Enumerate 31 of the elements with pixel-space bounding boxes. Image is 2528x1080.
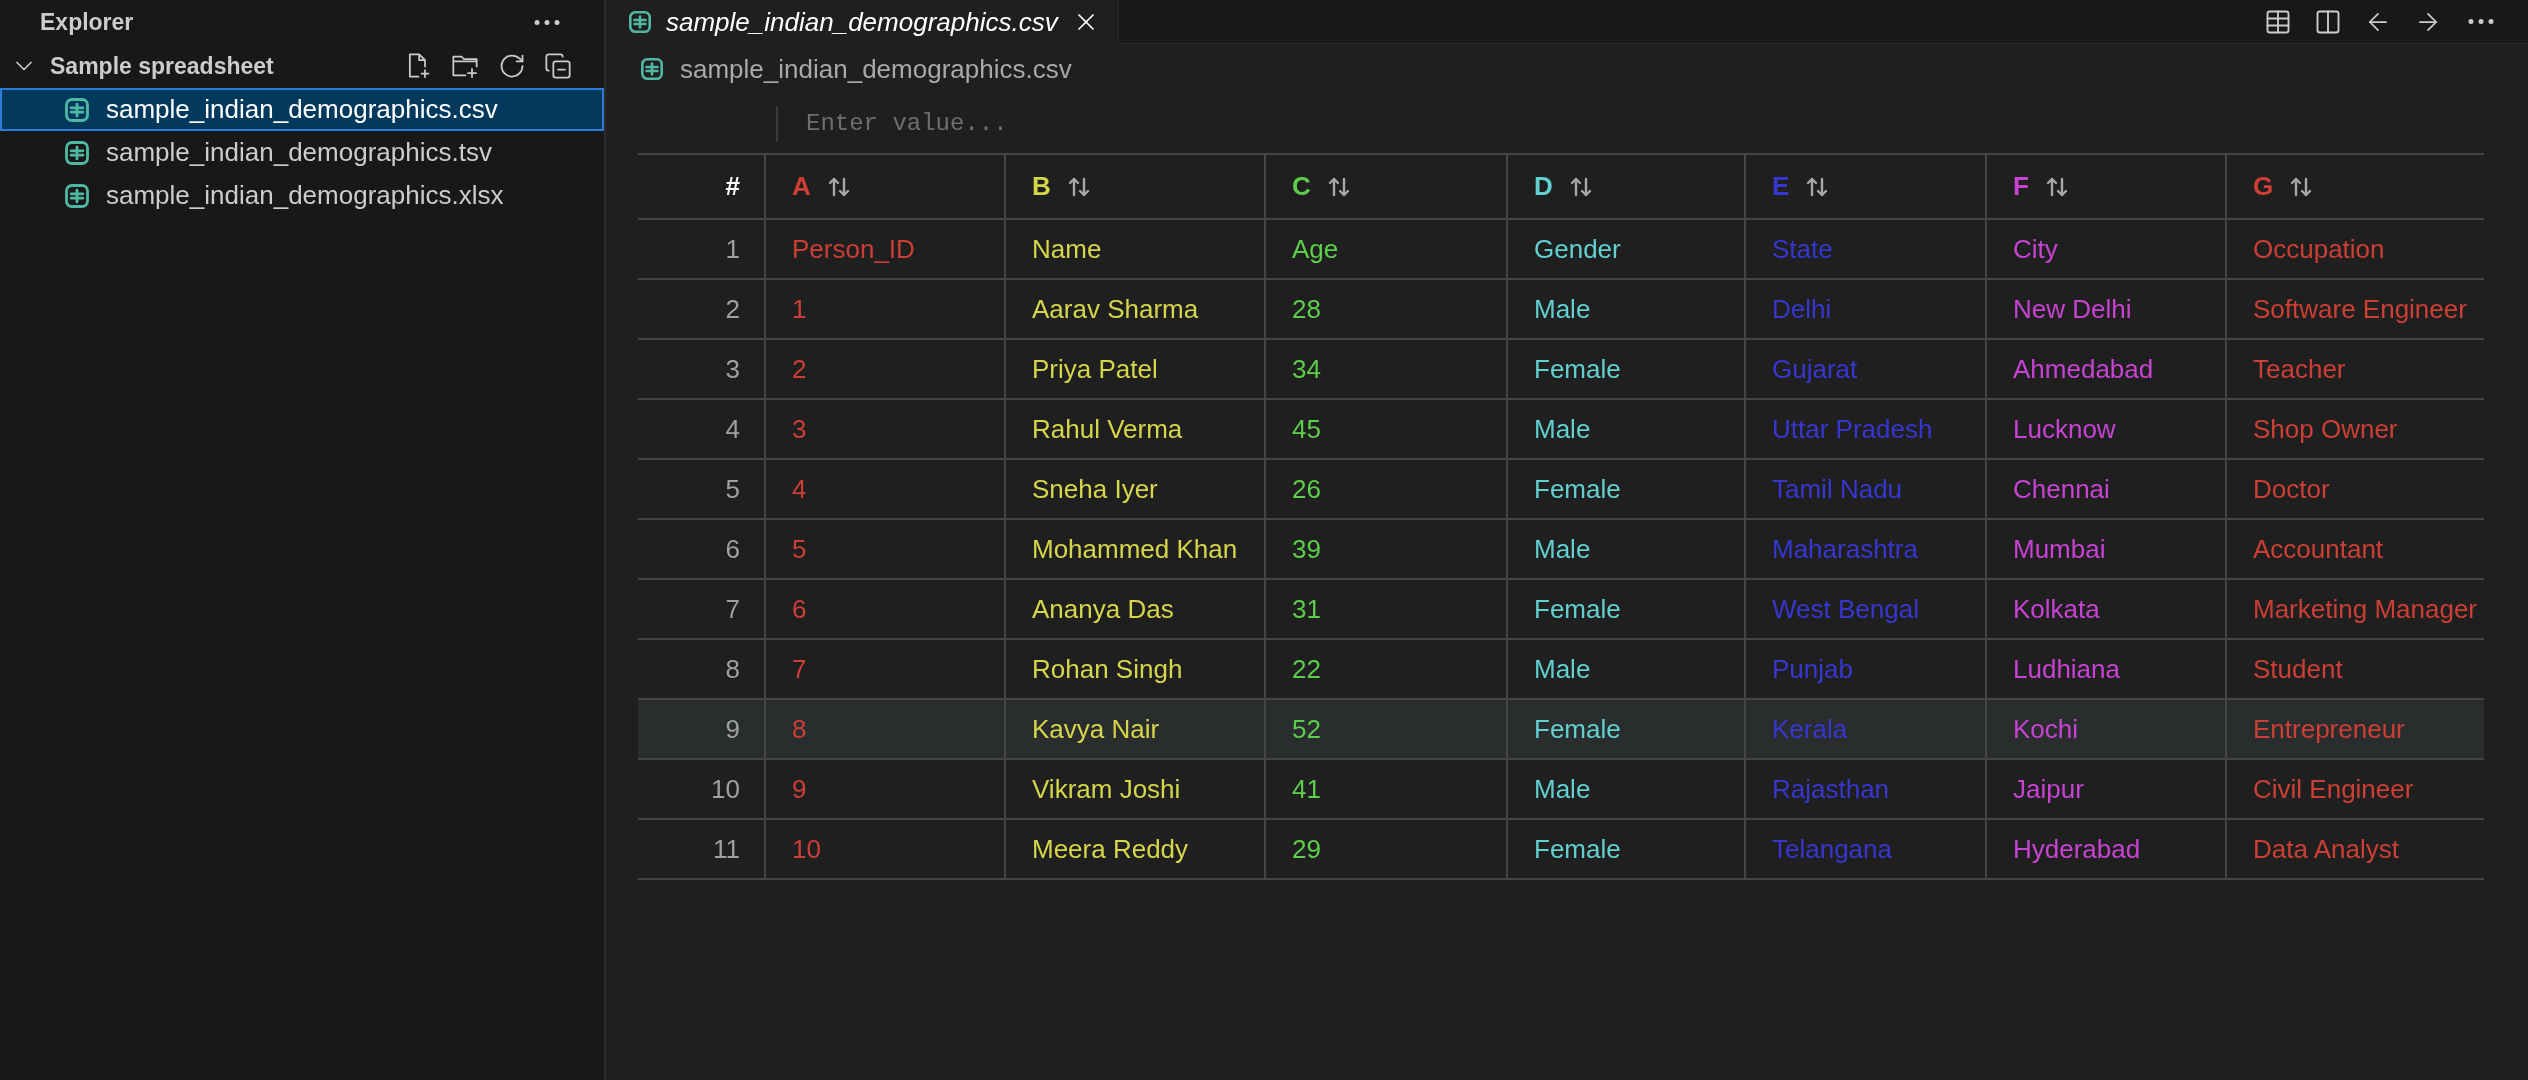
editor-tab[interactable]: sample_indian_demographics.csv xyxy=(606,0,1119,44)
file-item[interactable]: sample_indian_demographics.csv xyxy=(0,88,604,131)
column-sort-button[interactable]: D xyxy=(1534,167,1593,206)
column-sort-button[interactable]: F xyxy=(2013,167,2069,206)
column-sort-button[interactable]: C xyxy=(1292,167,1351,206)
sidebar-title: Explorer xyxy=(40,7,134,37)
file-item[interactable]: sample_indian_demographics.xlsx xyxy=(0,174,604,217)
table-cell: 29 xyxy=(1265,819,1507,879)
refresh-button[interactable] xyxy=(498,52,526,80)
folder-toggle[interactable]: Sample spreadsheet xyxy=(0,48,274,84)
row-number: 11 xyxy=(638,819,765,879)
refresh-icon xyxy=(498,52,526,80)
column-sort-button[interactable]: B xyxy=(1032,167,1091,206)
table-cell: Data Analyst xyxy=(2226,819,2484,879)
collapse-all-button[interactable] xyxy=(544,52,572,80)
collapse-all-icon xyxy=(544,52,572,80)
table-cell: 10 xyxy=(765,819,1005,879)
table-cell: Female xyxy=(1507,819,1745,879)
table-cell: Hyderabad xyxy=(1986,819,2226,879)
table-cell: Telangana xyxy=(1745,819,1986,879)
breadcrumb-item[interactable]: sample_indian_demographics.csv xyxy=(640,49,1072,89)
spreadsheet-icon xyxy=(64,182,90,209)
spreadsheet-icon xyxy=(64,96,90,123)
more-icon xyxy=(2468,19,2494,24)
value-input-field[interactable]: Enter value... xyxy=(776,105,2476,142)
spreadsheet-icon xyxy=(64,139,90,166)
table-cell: Meera Reddy xyxy=(1005,819,1265,879)
spreadsheet-icon xyxy=(640,57,664,81)
more-icon xyxy=(534,19,560,25)
spreadsheet-icon xyxy=(628,10,652,34)
file-item[interactable]: sample_indian_demographics.tsv xyxy=(0,131,604,174)
